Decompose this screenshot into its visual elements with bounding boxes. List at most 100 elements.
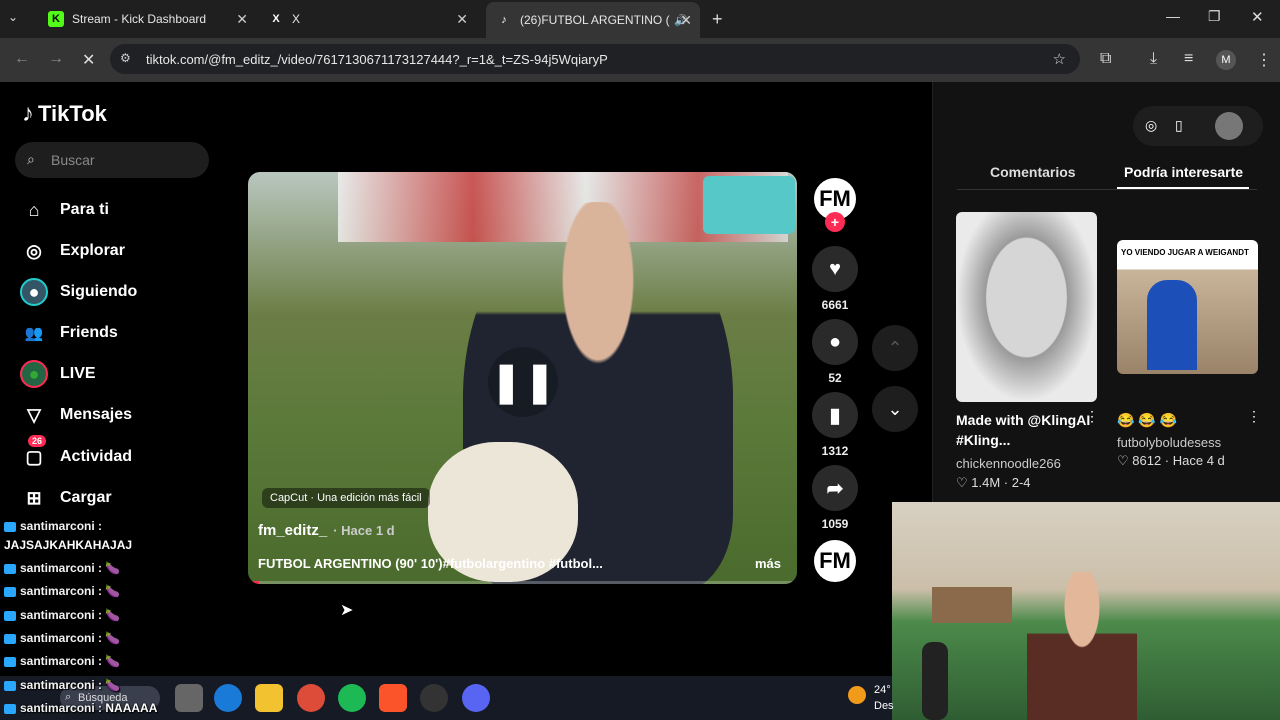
tab-x[interactable]: X X ✕	[258, 4, 476, 34]
video-progress-bar[interactable]	[248, 581, 797, 584]
pause-icon[interactable]: ❚❚	[488, 347, 558, 417]
badge-icon	[4, 680, 16, 691]
toolbar-pill: ◎ ▯	[1133, 106, 1263, 146]
badge-icon	[4, 563, 16, 574]
brave-icon[interactable]	[379, 684, 407, 712]
webcam-shelf	[932, 587, 1012, 623]
badge-icon	[4, 586, 16, 597]
badge-icon	[4, 521, 16, 532]
folder-icon[interactable]	[255, 684, 283, 712]
follow-plus-icon[interactable]: +	[825, 212, 845, 232]
video-card-title[interactable]: 😂 😂 😂	[1117, 410, 1177, 430]
address-bar: ← → ✕ ⚙ tiktok.com/@fm_editz_/video/7617…	[0, 38, 1280, 82]
tab-label: (26)FUTBOL ARGENTINO (9	[520, 13, 670, 27]
video-card-user[interactable]: chickennoodle266	[956, 456, 1061, 471]
media-icon[interactable]: ≡	[1184, 50, 1193, 68]
badge-icon	[4, 703, 16, 714]
obs-icon[interactable]	[420, 684, 448, 712]
close-icon[interactable]: ✕	[680, 12, 692, 29]
minimize-button[interactable]: —	[1166, 8, 1180, 24]
discord-icon[interactable]	[462, 684, 490, 712]
more-link[interactable]: más	[755, 556, 781, 571]
sidebar-item-friends[interactable]: 👥 Friends	[20, 318, 118, 348]
weather-icon	[848, 686, 866, 704]
thumbnail-figure	[1147, 280, 1197, 370]
tab-kick[interactable]: K Stream - Kick Dashboard ✕	[38, 4, 256, 34]
tiktok-logo[interactable]: ♪ TikTok	[22, 100, 107, 128]
video-caption: FUTBOL ARGENTINO (90' 10')#futbolargenti…	[258, 556, 603, 571]
forward-icon[interactable]: →	[48, 50, 64, 68]
download-icon[interactable]: ⤓	[1150, 50, 1157, 68]
chat-message: santimarconi : 🍆	[4, 561, 120, 575]
tiktok-note-icon: ♪	[22, 100, 34, 127]
capcut-tag[interactable]: CapCut · Una edición más fácil	[262, 488, 430, 508]
video-author[interactable]: fm_editz_ · Hace 1 d	[258, 522, 395, 539]
spotify-icon[interactable]	[338, 684, 366, 712]
site-info-icon[interactable]: ⚙	[120, 51, 131, 65]
friends-icon: 👥	[24, 325, 44, 342]
webcam-overlay	[892, 502, 1280, 720]
sidebar-item-cargar[interactable]: ⊞ Cargar	[20, 483, 111, 513]
close-icon[interactable]: ✕	[456, 11, 468, 28]
star-icon[interactable]: ☆	[1053, 50, 1066, 68]
sidebar-item-mensajes[interactable]: ▽ Mensajes	[20, 400, 132, 430]
search-input[interactable]: ⌕ Buscar	[15, 142, 209, 178]
close-window-button[interactable]: ✕	[1251, 8, 1264, 26]
following-avatar-icon: ●	[20, 278, 48, 306]
webcam-microphone	[922, 642, 948, 720]
video-card-title[interactable]: Made with @KlingAI #Kling...	[956, 410, 1096, 450]
comment-button[interactable]: ● 52	[812, 319, 858, 385]
task-view-icon[interactable]	[175, 684, 203, 712]
heart-icon: ♥	[812, 246, 858, 292]
card-menu-icon[interactable]: ⋮	[1247, 408, 1261, 425]
compass-icon[interactable]: ◎	[1145, 117, 1157, 134]
user-avatar[interactable]	[1215, 112, 1243, 140]
webcam-person	[1027, 572, 1137, 720]
notification-badge: 26	[28, 435, 47, 447]
close-icon[interactable]: ✕	[236, 11, 248, 28]
chat-message: santimarconi : 🍆	[4, 631, 120, 645]
tab-label: X	[292, 12, 301, 26]
next-video-button[interactable]: ⌄	[872, 386, 918, 432]
chat-message: santimarconi :	[4, 519, 102, 533]
tab-search-button[interactable]: ⌄	[8, 10, 28, 30]
video-card-stats: ♡ 8612 · Hace 4 d	[1117, 453, 1225, 468]
chat-message: santimarconi : 🍆	[4, 678, 120, 692]
sound-avatar[interactable]: FM	[812, 538, 858, 584]
like-button[interactable]: ♥ 6661	[812, 246, 858, 312]
video-card-thumbnail[interactable]	[956, 212, 1097, 402]
sidebar-item-live[interactable]: ● LIVE	[20, 359, 96, 389]
sidebar-item-actividad[interactable]: ▢ 26 Actividad	[20, 435, 132, 472]
browser-tab-bar: ⌄ K Stream - Kick Dashboard ✕ X X ✕ ♪ (2…	[0, 0, 1280, 38]
sidebar-item-explorar[interactable]: ◎ Explorar	[20, 236, 125, 266]
chat-message: santimarconi : 🍆	[4, 584, 120, 598]
extensions-icon[interactable]: ⧉	[1100, 50, 1111, 68]
edge-icon[interactable]	[214, 684, 242, 712]
tab-divider	[957, 189, 1257, 190]
sidebar-item-siguiendo[interactable]: ● Siguiendo	[20, 277, 137, 307]
video-card-user[interactable]: futbolyboludesess	[1117, 435, 1221, 450]
previous-video-button[interactable]: ⌃	[872, 325, 918, 371]
save-button[interactable]: ▮ 1312	[812, 392, 858, 458]
loading-icon[interactable]: ✕	[82, 50, 95, 70]
search-icon: ⌕	[27, 151, 35, 167]
url-field[interactable]: ⚙ tiktok.com/@fm_editz_/video/7617130671…	[110, 44, 1080, 74]
sidebar-item-para-ti[interactable]: ⌂ Para ti	[20, 195, 109, 225]
profile-avatar[interactable]: M	[1216, 50, 1236, 70]
comment-icon: ●	[812, 319, 858, 365]
new-tab-button[interactable]: +	[712, 9, 723, 30]
tv-channel-logo	[703, 176, 795, 234]
back-icon[interactable]: ←	[14, 50, 30, 68]
tab-comentarios[interactable]: Comentarios	[990, 164, 1076, 180]
url-text: tiktok.com/@fm_editz_/video/761713067117…	[146, 51, 608, 67]
video-card-thumbnail[interactable]: YO VIENDO JUGAR A WEIGANDT	[1117, 240, 1258, 374]
device-icon[interactable]: ▯	[1175, 117, 1183, 134]
share-button[interactable]: ➦ 1059	[812, 465, 858, 531]
video-player[interactable]: ❚❚ CapCut · Una edición más fácil fm_edi…	[248, 172, 797, 584]
menu-icon[interactable]: ⋮	[1256, 50, 1272, 70]
chrome-icon[interactable]	[297, 684, 325, 712]
card-menu-icon[interactable]: ⋮	[1085, 408, 1099, 425]
maximize-button[interactable]: ❐	[1208, 8, 1221, 25]
tab-tiktok[interactable]: ♪ (26)FUTBOL ARGENTINO (9 🔊 ✕	[486, 2, 700, 38]
tab-podria-interesarte[interactable]: Podría interesarte	[1124, 164, 1243, 180]
